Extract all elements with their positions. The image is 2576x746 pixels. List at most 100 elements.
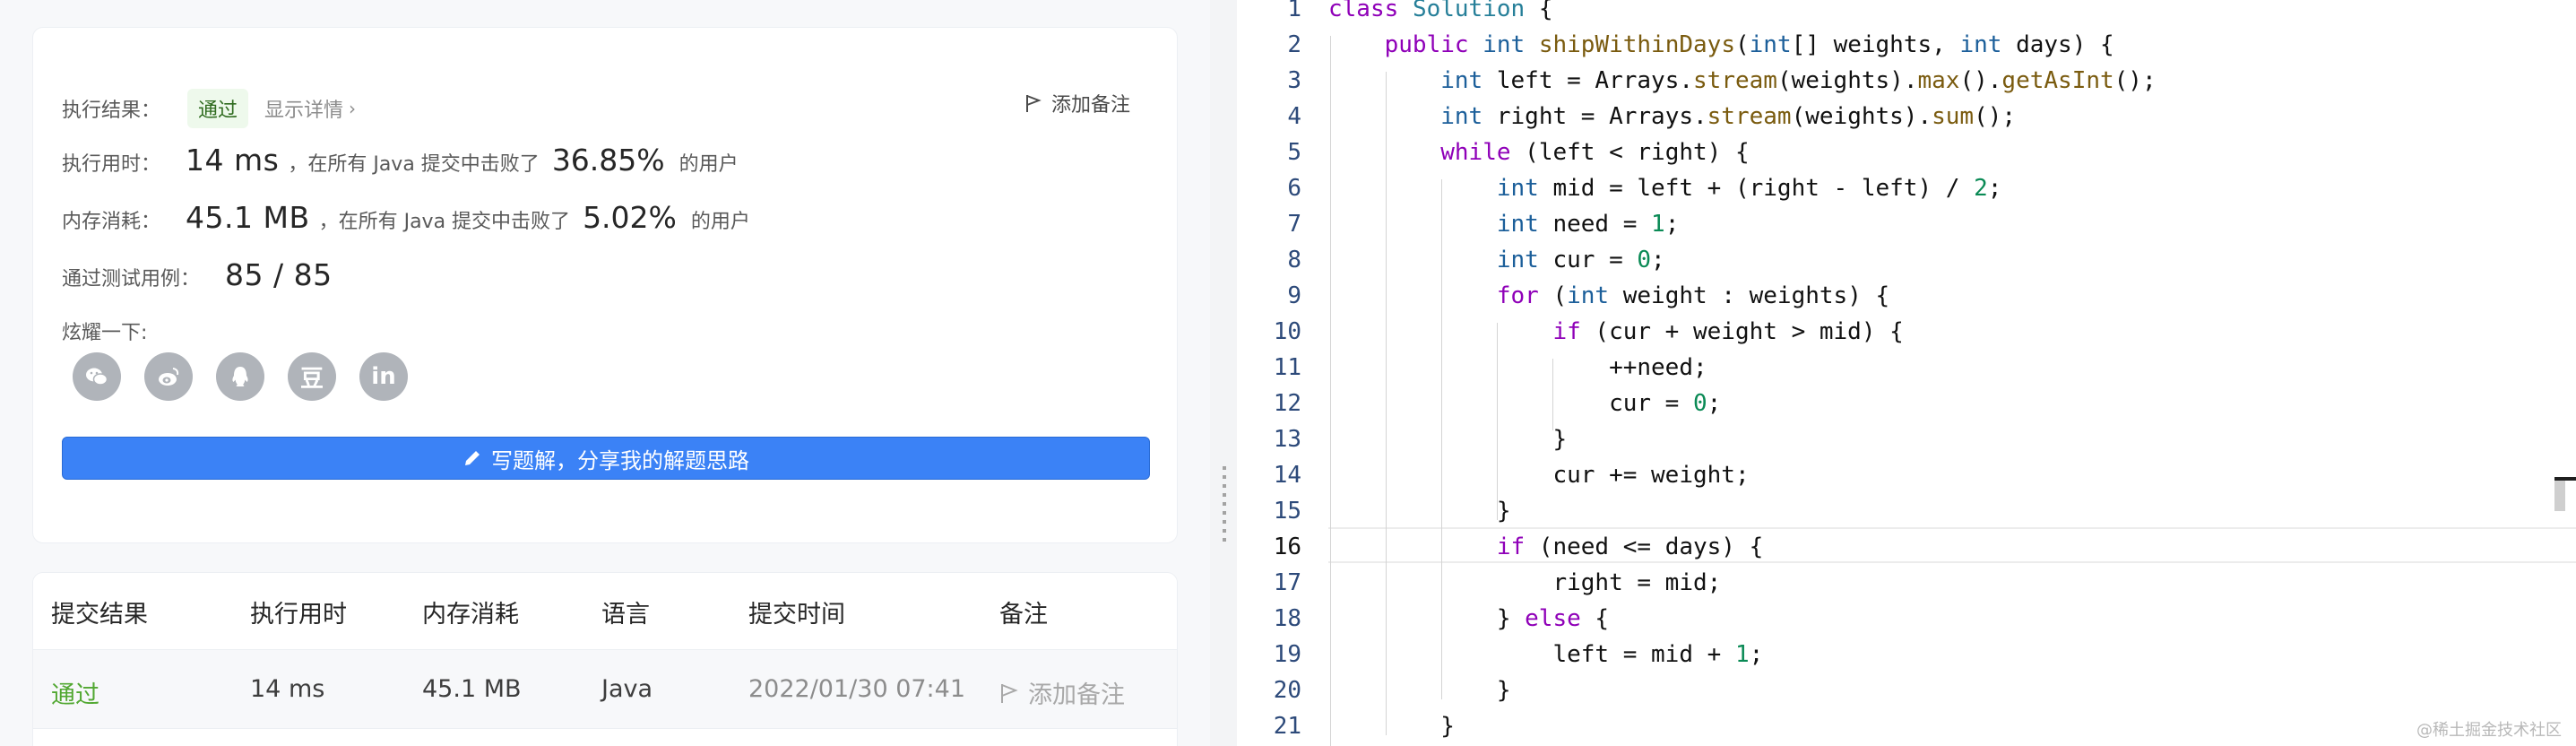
memory-value: 45.1 MB	[186, 200, 310, 235]
pencil-icon	[465, 451, 480, 465]
header-language: 语言	[601, 601, 650, 629]
weibo-icon[interactable]	[144, 352, 193, 401]
code-line-9[interactable]: for (int weight : weights) {	[1328, 278, 1889, 314]
line-number: 21	[1273, 713, 1301, 740]
code-line-16[interactable]: if (need <= days) {	[1328, 529, 1763, 565]
line-number: 12	[1273, 390, 1301, 417]
row-result[interactable]: 通过	[51, 675, 99, 710]
code-line-18[interactable]: } else {	[1328, 601, 1609, 637]
line-number: 15	[1273, 498, 1301, 525]
memory-percent: 5.02%	[583, 200, 677, 235]
left-panel: 执行结果： 通过 显示详情 › 添加备注 执行用时： 14 ms ，在所有 Ja…	[0, 0, 1210, 746]
code-line-19[interactable]: left = mid + 1;	[1328, 637, 1763, 672]
line-number: 3	[1287, 67, 1301, 94]
code-line-20[interactable]: }	[1328, 672, 1511, 708]
code-line-10[interactable]: if (cur + weight > mid) {	[1328, 314, 1903, 350]
line-number: 17	[1273, 569, 1301, 596]
runtime-text: ，在所有 Java 提交中击败了	[288, 153, 540, 176]
code-line-14[interactable]: cur += weight;	[1328, 457, 1749, 493]
scrollbar-thumb[interactable]	[2554, 481, 2565, 511]
write-solution-button[interactable]: 写题解，分享我的解题思路	[62, 437, 1150, 480]
code-editor[interactable]: 1 2 3 4 5 6 7 8 9 10 11 12 13 14 15 16 17 18 19 20 21 class …	[1237, 0, 2576, 746]
submission-result-card: 执行结果： 通过 显示详情 › 添加备注 执行用时： 14 ms ，在所有 Ja…	[32, 27, 1178, 543]
row-language: Java	[601, 675, 653, 703]
runtime-row: 执行用时： 14 ms ，在所有 Java 提交中击败了 36.85% 的用户	[62, 143, 739, 178]
row-add-note-label: 添加备注	[1028, 681, 1125, 709]
line-number: 5	[1287, 139, 1301, 166]
code-line-21[interactable]: }	[1328, 708, 1455, 744]
drag-handle-icon[interactable]	[1223, 466, 1226, 547]
table-header: 提交结果 执行用时 内存消耗 语言 提交时间 备注	[33, 573, 1177, 650]
line-number: 6	[1287, 175, 1301, 202]
tests-label: 通过测试用例：	[62, 268, 201, 291]
result-label: 执行结果：	[62, 100, 161, 122]
line-number: 9	[1287, 282, 1301, 309]
row-submit-time: 2022/01/30 07:41	[748, 675, 966, 703]
chevron-right-icon: ›	[349, 98, 357, 119]
watermark: @稀土掘金技术社区	[2416, 721, 2562, 740]
code-line-7[interactable]: int need = 1;	[1328, 206, 1680, 242]
line-number: 7	[1287, 211, 1301, 238]
runtime-users-text: 的用户	[679, 153, 739, 176]
flag-icon	[1024, 93, 1042, 113]
line-number: 19	[1273, 641, 1301, 668]
code-line-6[interactable]: int mid = left + (right - left) / 2;	[1328, 170, 2002, 206]
show-details-link[interactable]: 显示详情 ›	[264, 94, 356, 123]
linkedin-icon[interactable]: in	[359, 352, 408, 401]
add-note-label: 添加备注	[1050, 94, 1130, 117]
runtime-percent: 36.85%	[551, 143, 665, 178]
add-note-button[interactable]: 添加备注	[1024, 89, 1130, 117]
line-number: 10	[1273, 318, 1301, 345]
runtime-value: 14 ms	[186, 143, 280, 178]
write-solution-label: 写题解，分享我的解题思路	[491, 447, 749, 473]
memory-text: ，在所有 Java 提交中击败了	[318, 211, 571, 233]
status-badge: 通过	[187, 89, 249, 128]
row-memory: 45.1 MB	[422, 675, 522, 703]
code-line-5[interactable]: while (left < right) {	[1328, 134, 1749, 170]
memory-row: 内存消耗： 45.1 MB ，在所有 Java 提交中击败了 5.02% 的用户	[62, 200, 750, 235]
line-number: 14	[1273, 462, 1301, 489]
wechat-icon[interactable]	[73, 352, 121, 401]
memory-users-text: 的用户	[690, 211, 750, 233]
row-runtime: 14 ms	[250, 675, 325, 703]
code-line-15[interactable]: }	[1328, 493, 1511, 529]
line-number: 2	[1287, 31, 1301, 58]
code-line-8[interactable]: int cur = 0;	[1328, 242, 1665, 278]
header-runtime: 执行用时	[250, 601, 347, 629]
share-icons: 豆 in	[73, 352, 408, 401]
result-row: 执行结果： 通过 显示详情 ›	[62, 89, 356, 128]
tests-row: 通过测试用例： 85 / 85	[62, 257, 333, 292]
runtime-label: 执行用时：	[62, 153, 161, 176]
code-line-11[interactable]: ++need;	[1328, 350, 1707, 386]
code-line-1[interactable]: class Solution {	[1328, 0, 1552, 27]
line-number: 8	[1287, 247, 1301, 273]
tests-value: 85 / 85	[225, 257, 333, 292]
code-line-2[interactable]: public int shipWithinDays(int[] weights,…	[1328, 27, 2114, 63]
line-number: 20	[1273, 677, 1301, 704]
qq-icon[interactable]	[216, 352, 264, 401]
code-line-4[interactable]: int right = Arrays.stream(weights).sum()…	[1328, 99, 2016, 134]
code-line-13[interactable]: }	[1328, 421, 1567, 457]
line-number: 13	[1273, 426, 1301, 453]
line-number: 4	[1287, 103, 1301, 130]
line-number: 18	[1273, 605, 1301, 632]
code-line-3[interactable]: int left = Arrays.stream(weights).max().…	[1328, 63, 2156, 99]
row-add-note-button[interactable]: 添加备注	[999, 675, 1125, 710]
line-number: 1	[1287, 0, 1301, 22]
header-submit-time: 提交时间	[748, 601, 845, 629]
line-number: 16	[1273, 533, 1301, 560]
header-result: 提交结果	[51, 601, 148, 629]
flag-icon	[1001, 683, 1018, 703]
submissions-table: 提交结果 执行用时 内存消耗 语言 提交时间 备注 通过 14 ms 45.1 …	[32, 572, 1178, 746]
douban-icon[interactable]: 豆	[288, 352, 336, 401]
code-line-17[interactable]: right = mid;	[1328, 565, 1721, 601]
show-details-label: 显示详情	[264, 100, 344, 122]
table-row[interactable]: 通过 14 ms 45.1 MB Java 2022/01/30 07:41 添…	[33, 650, 1177, 729]
line-number: 11	[1273, 354, 1301, 381]
share-label: 炫耀一下:	[62, 322, 148, 344]
header-memory: 内存消耗	[422, 601, 519, 629]
code-line-12[interactable]: cur = 0;	[1328, 386, 1721, 421]
share-row: 炫耀一下:	[62, 317, 147, 345]
panel-divider[interactable]	[1210, 0, 1237, 746]
memory-label: 内存消耗：	[62, 211, 161, 233]
